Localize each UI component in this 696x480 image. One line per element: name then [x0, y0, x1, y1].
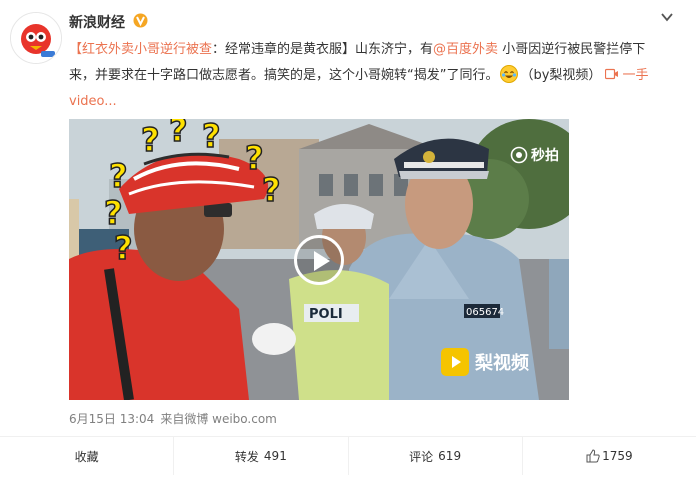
- thumbs-up-icon: [586, 449, 600, 463]
- svg-text:?: ?: [104, 194, 123, 232]
- svg-text:?: ?: [114, 229, 133, 267]
- video-player[interactable]: 065674 POLI ? ? ? ? ? ? ? ? 秒拍 梨视频: [69, 119, 569, 400]
- post-date[interactable]: 6月15日 13:04: [69, 412, 154, 426]
- play-icon: [314, 251, 330, 271]
- chevron-down-icon[interactable]: [660, 10, 674, 24]
- mention-link[interactable]: @百度外卖: [433, 42, 498, 57]
- svg-text:?: ?: [109, 157, 128, 195]
- post-text: 【红衣外卖小哥逆行被查：经常违章的是黄衣服】山东济宁，有@百度外卖 小哥因逆行被…: [69, 37, 669, 115]
- sina-finance-logo-icon: [11, 13, 61, 63]
- police-vest-text: POLI: [309, 307, 343, 322]
- svg-text:?: ?: [169, 119, 188, 149]
- like-count: 1759: [602, 449, 633, 463]
- source-prefix: 来自: [160, 412, 185, 426]
- play-button[interactable]: [294, 235, 344, 285]
- verified-badge-icon: [133, 13, 148, 28]
- bracket-open: 【: [69, 42, 83, 57]
- post-source[interactable]: 微博 weibo.com: [184, 412, 277, 426]
- laughing-emoji-icon: [500, 65, 519, 83]
- avatar[interactable]: [10, 12, 62, 64]
- account-name[interactable]: 新浪财经: [69, 12, 125, 32]
- like-button[interactable]: 1759: [523, 437, 696, 475]
- comment-button[interactable]: 评论 619: [349, 437, 523, 475]
- svg-text:?: ?: [262, 171, 281, 209]
- badge-number: 065674: [466, 307, 504, 318]
- svg-text:?: ?: [245, 139, 264, 177]
- favorite-button[interactable]: 收藏: [0, 437, 175, 475]
- pear-video-icon: [441, 348, 469, 376]
- comment-count: 619: [438, 449, 462, 463]
- video-watermark: 秒拍: [510, 145, 559, 165]
- topic-link[interactable]: 红衣外卖小哥逆行被查: [82, 42, 212, 57]
- svg-text:?: ?: [141, 121, 160, 159]
- camera-icon: [510, 146, 528, 164]
- svg-text:?: ?: [202, 119, 221, 155]
- action-bar: 收藏 转发 491 评论 619 1759: [0, 436, 696, 475]
- credit-text: （by梨视频）: [520, 68, 602, 83]
- post-meta: 6月15日 13:04 来自微博 weibo.com: [69, 410, 283, 427]
- pear-video-logo: 梨视频: [441, 348, 529, 376]
- repost-button[interactable]: 转发 491: [174, 437, 349, 475]
- subtitle-text: ：经常违章的是黄衣服】山东济宁，有: [212, 42, 434, 57]
- video-icon: [605, 68, 619, 80]
- repost-count: 491: [263, 449, 287, 463]
